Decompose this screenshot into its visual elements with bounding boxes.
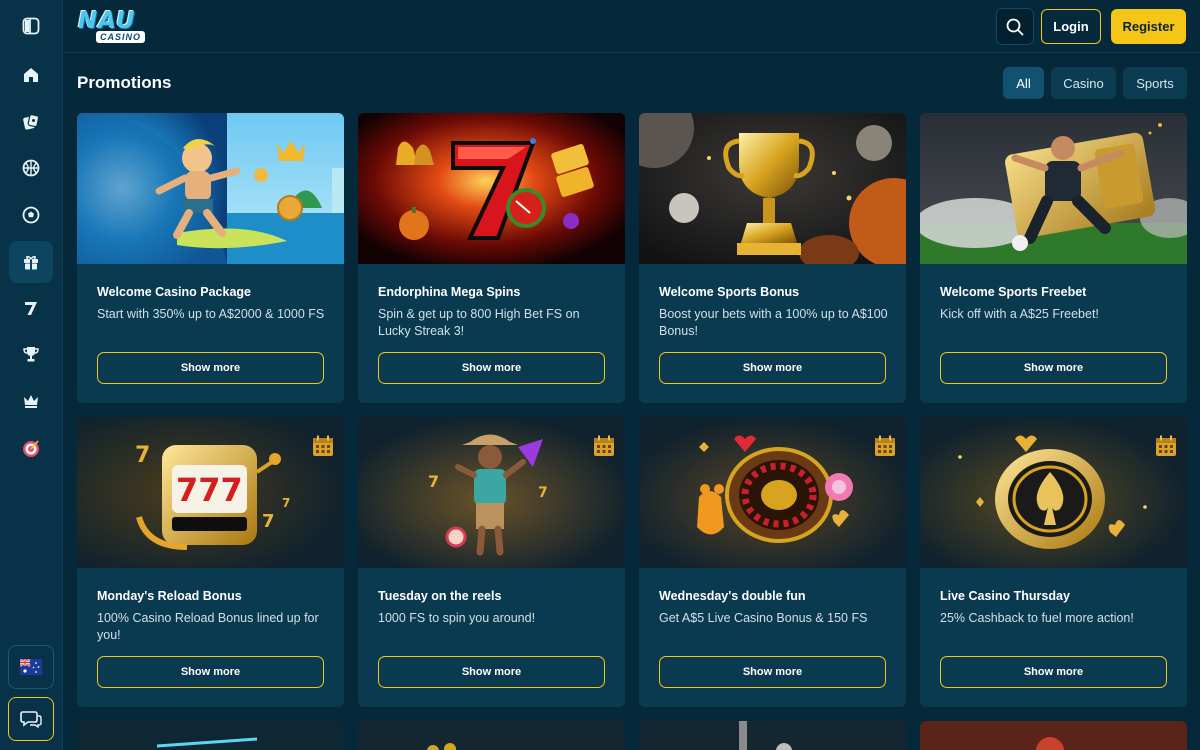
promo-description: Start with 350% up to A$2000 & 1000 FS bbox=[97, 307, 325, 321]
trophy-image bbox=[639, 113, 906, 264]
promo-card[interactable]: 777 7 7 7 Monday's Reload Bonus 100% Cas… bbox=[77, 417, 344, 707]
sidebar-item-tournaments[interactable] bbox=[9, 333, 53, 375]
show-more-button[interactable]: Show more bbox=[940, 656, 1167, 688]
promo-title: Welcome Casino Package bbox=[97, 285, 252, 299]
slot-machine-image: 777 7 7 7 bbox=[77, 417, 344, 568]
calendar-badge-icon bbox=[594, 435, 614, 456]
lucky-seven-image bbox=[358, 113, 625, 264]
promo-description: 25% Cashback to fuel more action! bbox=[940, 611, 1134, 625]
casino-chips-icon bbox=[23, 114, 40, 130]
home-icon bbox=[24, 68, 38, 82]
svg-text:7: 7 bbox=[282, 496, 290, 510]
show-more-button[interactable]: Show more bbox=[378, 352, 605, 384]
promo-card[interactable]: Endorphina Mega Spins Spin & get up to 8… bbox=[358, 113, 625, 403]
promo-title: Tuesday on the reels bbox=[378, 589, 502, 603]
sidebar-item-slots[interactable] bbox=[9, 287, 53, 329]
poker-chip-image bbox=[920, 417, 1187, 568]
svg-text:7: 7 bbox=[428, 472, 439, 491]
promo-description: Boost your bets with a 100% up to A$100 … bbox=[659, 307, 888, 338]
page-title: Promotions bbox=[77, 73, 172, 92]
filter-all[interactable]: All bbox=[1003, 67, 1044, 99]
soccer-icon bbox=[22, 206, 40, 224]
login-button[interactable]: Login bbox=[1041, 9, 1101, 44]
show-more-button[interactable]: Show more bbox=[940, 352, 1167, 384]
trophy-icon bbox=[23, 347, 39, 362]
sidebar-item-home[interactable] bbox=[9, 54, 53, 96]
gift-icon bbox=[24, 255, 38, 270]
promotion-filters: All Casino Sports bbox=[1003, 67, 1187, 99]
search-icon bbox=[1006, 18, 1024, 35]
promo-card[interactable]: Wednesday's double fun Get A$5 Live Casi… bbox=[639, 417, 906, 707]
sidebar-toggle-button[interactable] bbox=[9, 5, 53, 47]
sidebar-item-live[interactable] bbox=[9, 194, 53, 236]
promo-card-partial[interactable] bbox=[920, 721, 1187, 750]
sidebar bbox=[0, 0, 63, 750]
promo-card[interactable]: Welcome Sports Bonus Boost your bets wit… bbox=[639, 113, 906, 403]
filter-sports[interactable]: Sports bbox=[1123, 67, 1187, 99]
surfer-image bbox=[77, 113, 344, 264]
promo-title: Wednesday's double fun bbox=[659, 589, 806, 603]
live-chat-button[interactable] bbox=[8, 697, 54, 741]
calendar-badge-icon bbox=[875, 435, 895, 456]
sports-ball-icon bbox=[22, 159, 40, 177]
promo-title: Endorphina Mega Spins bbox=[378, 285, 521, 299]
calendar-badge-icon bbox=[313, 435, 333, 456]
svg-text:777: 777 bbox=[176, 471, 243, 509]
promo-card[interactable]: Welcome Sports Freebet Kick off with a A… bbox=[920, 113, 1187, 403]
promo-card[interactable]: Live Casino Thursday 25% Cashback to fue… bbox=[920, 417, 1187, 707]
show-more-button[interactable]: Show more bbox=[659, 656, 886, 688]
show-more-button[interactable]: Show more bbox=[97, 352, 324, 384]
sidebar-toggle-icon bbox=[22, 17, 40, 35]
sidebar-item-vip[interactable] bbox=[9, 380, 53, 422]
svg-text:7: 7 bbox=[538, 485, 548, 501]
top-header: NAU CASINO Login Register bbox=[64, 0, 1200, 53]
target-icon bbox=[23, 440, 39, 457]
language-selector[interactable] bbox=[8, 645, 54, 689]
sidebar-item-wheel[interactable] bbox=[9, 427, 53, 469]
promo-title: Live Casino Thursday bbox=[940, 589, 1070, 603]
sidebar-item-casino[interactable] bbox=[9, 101, 53, 143]
footballer-image bbox=[920, 113, 1187, 264]
australia-flag-icon bbox=[20, 659, 42, 675]
show-more-button[interactable]: Show more bbox=[659, 352, 886, 384]
promo-description: Spin & get up to 800 High Bet FS on Luck… bbox=[378, 307, 580, 338]
crown-icon bbox=[24, 395, 38, 408]
promo-description: 100% Casino Reload Bonus lined up for yo… bbox=[97, 611, 319, 642]
promo-card-partial[interactable] bbox=[77, 721, 344, 750]
show-more-button[interactable]: Show more bbox=[97, 656, 324, 688]
sidebar-item-sports[interactable] bbox=[9, 147, 53, 189]
promo-title: Monday's Reload Bonus bbox=[97, 589, 242, 603]
roulette-image bbox=[639, 417, 906, 568]
promotions-grid: Welcome Casino Package Start with 350% u… bbox=[77, 113, 1187, 707]
promo-description: Kick off with a A$25 Freebet! bbox=[940, 307, 1099, 321]
chat-icon bbox=[20, 711, 42, 729]
promotions-row-partial bbox=[77, 721, 1187, 750]
promo-title: Welcome Sports Freebet bbox=[940, 285, 1087, 299]
promo-card[interactable]: Welcome Casino Package Start with 350% u… bbox=[77, 113, 344, 403]
promo-card-partial[interactable] bbox=[639, 721, 906, 750]
filter-casino[interactable]: Casino bbox=[1051, 67, 1116, 99]
brand-logo[interactable]: NAU CASINO bbox=[78, 8, 160, 44]
promo-card[interactable]: 7 7 Tuesday on the reels 1000 FS to spin… bbox=[358, 417, 625, 707]
promo-description: 1000 FS to spin you around! bbox=[378, 611, 536, 625]
search-button[interactable] bbox=[996, 8, 1034, 45]
cowboy-image: 7 7 bbox=[358, 417, 625, 568]
promo-title: Welcome Sports Bonus bbox=[659, 285, 800, 299]
svg-text:7: 7 bbox=[262, 511, 275, 532]
seven-icon bbox=[25, 302, 37, 315]
svg-text:7: 7 bbox=[135, 443, 150, 468]
show-more-button[interactable]: Show more bbox=[378, 656, 605, 688]
promo-card-partial[interactable] bbox=[358, 721, 625, 750]
calendar-badge-icon bbox=[1156, 435, 1176, 456]
logo-sub-text: CASINO bbox=[96, 31, 146, 43]
sidebar-item-promotions[interactable] bbox=[9, 241, 53, 283]
promo-description: Get A$5 Live Casino Bonus & 150 FS bbox=[659, 611, 868, 625]
register-button[interactable]: Register bbox=[1111, 9, 1186, 44]
